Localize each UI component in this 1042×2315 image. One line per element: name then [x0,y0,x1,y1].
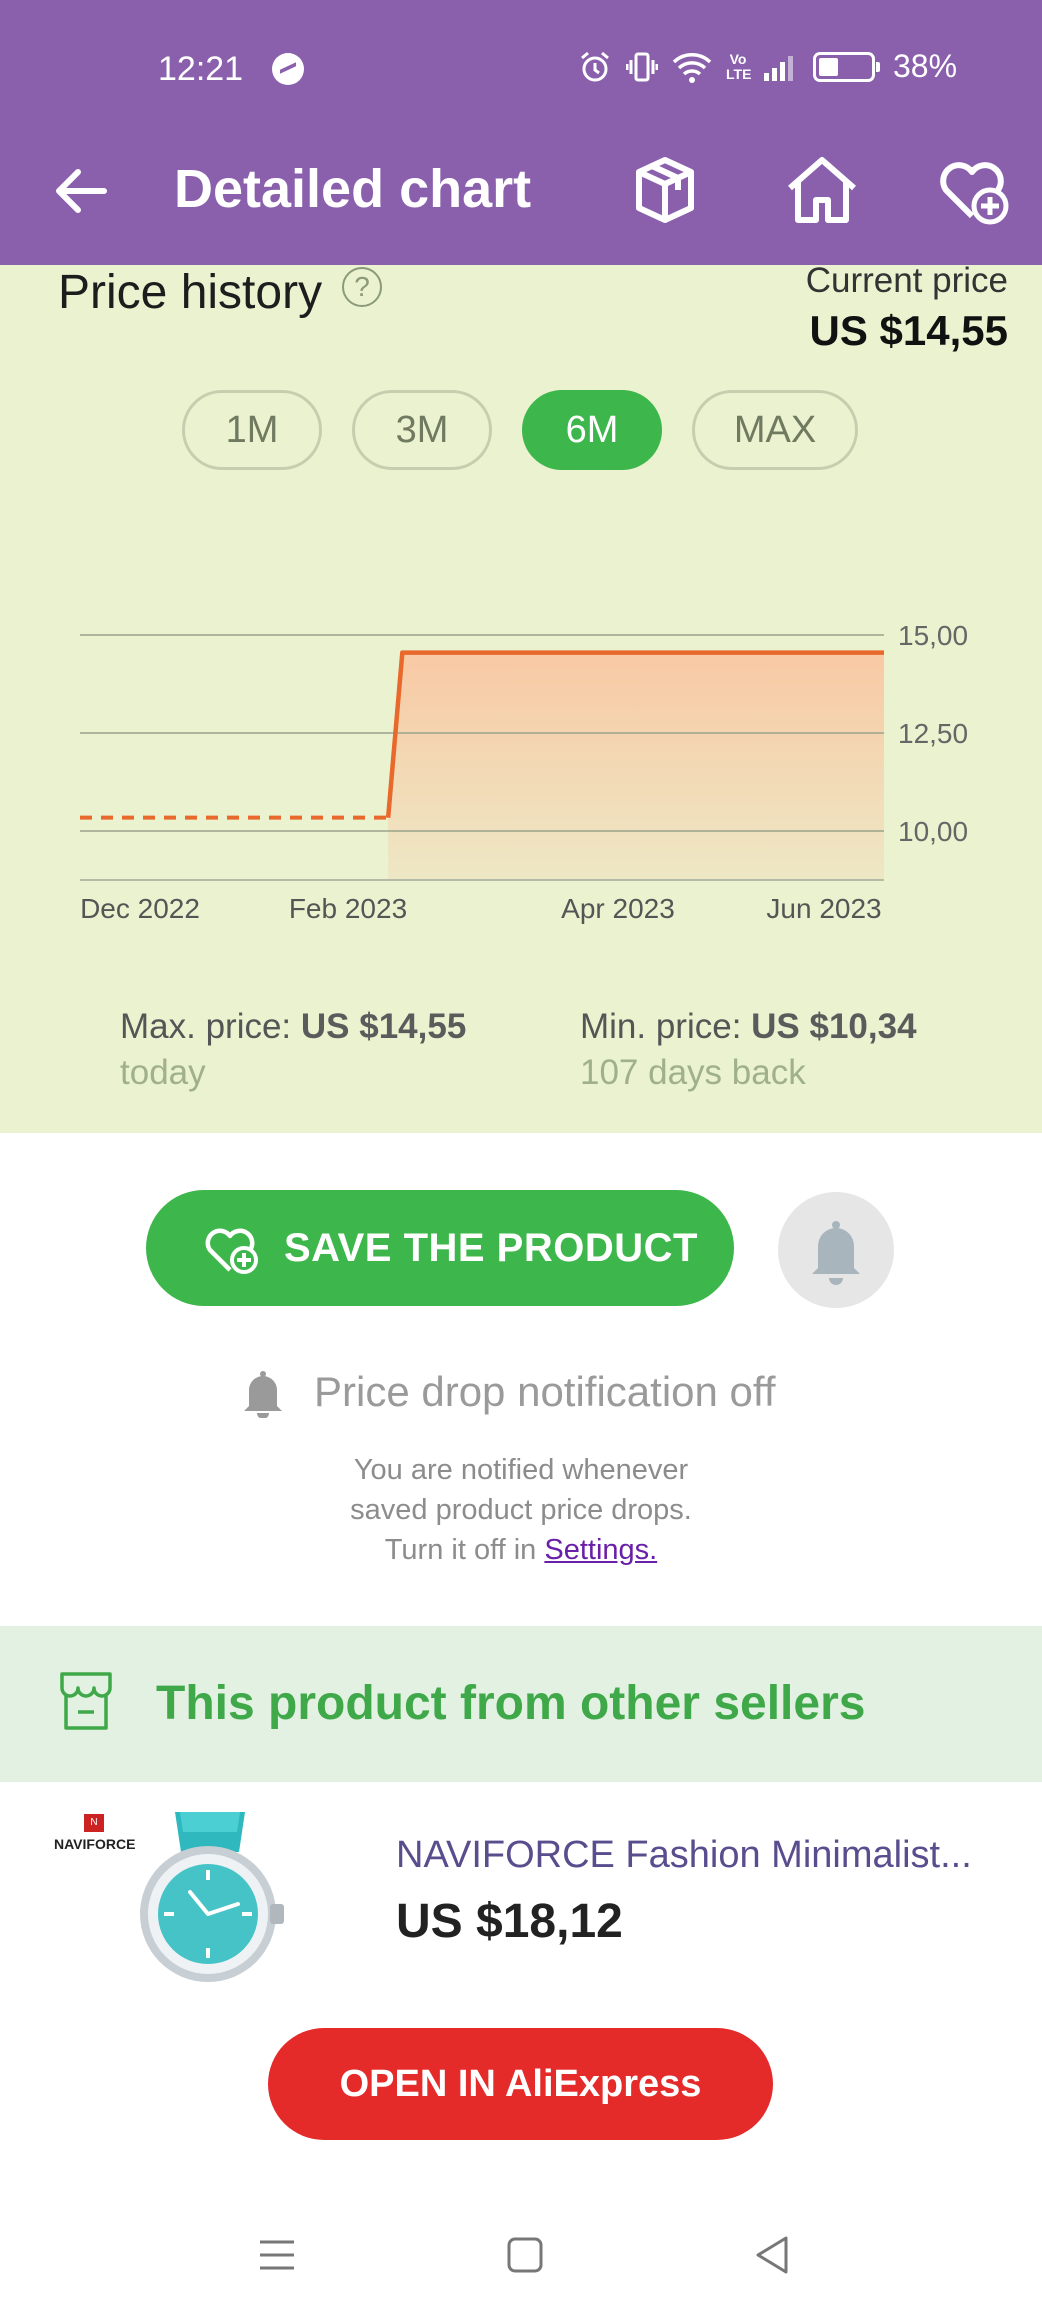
max-price-value: US $14,55 [300,1007,467,1046]
page-title: Detailed chart [174,159,532,219]
heart-plus-icon [205,1228,258,1274]
price-history-panel: Price history ? Current price US $14,55 … [0,261,1042,1133]
range-6m-button[interactable]: 6M [522,390,662,470]
price-chart: 15,00 12,50 10,00 Dec 2022 Feb 2023 Apr 2023 J… [80,620,968,924]
back-arrow-icon[interactable] [52,162,110,220]
x-tick-label: Apr 2023 [561,893,675,924]
chart-area-fill [388,652,884,880]
status-bar: 12:21 Vo LTE 38% [0,0,1042,140]
other-sellers-title: This product from other sellers [156,1677,866,1730]
notification-status-text: Price drop notification off [314,1368,776,1415]
heart-plus-icon[interactable] [932,150,1012,230]
settings-link[interactable]: Settings. [544,1534,657,1566]
battery-icon [813,51,880,82]
volte-icon: Vo LTE [726,50,752,82]
box-icon[interactable] [625,150,705,230]
min-price-when: 107 days back [580,1053,806,1092]
alarm-icon [581,51,609,81]
app-bar: Detailed chart [0,140,1042,265]
signal-icon [764,53,793,81]
notification-status: Price drop notification off [240,1366,776,1418]
home-icon[interactable] [782,150,862,230]
range-selector: 1M 3M 6M MAX [182,390,858,470]
notification-info: You are notified whenever saved product … [0,1450,1042,1570]
min-price-stat: Min. price: US $10,34 107 days back [580,1007,917,1093]
x-tick-label: Feb 2023 [289,893,407,924]
bell-icon [812,1221,860,1285]
y-tick-label: 10,00 [898,816,968,847]
current-price-label: Current price [805,261,1008,300]
min-price-value: US $10,34 [751,1007,917,1046]
menu-icon[interactable] [252,2230,302,2280]
range-1m-button[interactable]: 1M [182,390,322,470]
status-icons: Vo LTE 38% [578,48,957,85]
price-history-title: Price history [58,266,323,319]
max-price-when: today [120,1053,206,1092]
min-price-label: Min. price: [580,1007,752,1046]
max-price-stat: Max. price: US $14,55 today [120,1007,466,1093]
product-name[interactable]: NAVIFORCE Fashion Minimalist... [396,1834,972,1877]
info-line: You are notified whenever [353,1454,689,1486]
save-product-button[interactable]: SAVE THE PRODUCT [146,1190,734,1306]
bell-icon [244,1371,282,1418]
store-icon [60,1672,112,1730]
messenger-icon [272,53,304,85]
status-time: 12:21 [158,50,244,88]
seller-product-item[interactable]: N NAVIFORCE NAVIFORCE Fashion Minimalist… [0,1782,1042,1992]
product-image [140,1812,284,1982]
app-header: 12:21 Vo LTE 38% Detailed chart [0,0,1042,265]
y-tick-label: 15,00 [898,620,968,651]
battery-percent: 38% [893,48,958,84]
info-line: saved product price drops. [350,1494,692,1526]
brand-mark: N [84,1814,104,1832]
product-price: US $18,12 [396,1895,623,1948]
x-tick-label: Dec 2022 [80,893,200,924]
save-product-label: SAVE THE PRODUCT [284,1225,698,1270]
wifi-icon [672,52,712,83]
help-icon[interactable]: ? [342,267,382,307]
range-3m-button[interactable]: 3M [352,390,492,470]
range-max-button[interactable]: MAX [692,390,858,470]
x-tick-label: Jun 2023 [766,893,881,924]
vibrate-icon [626,52,658,81]
info-line-text: Turn it off in [384,1534,545,1566]
back-triangle-icon[interactable] [748,2230,798,2280]
max-price-label: Max. price: [120,1007,301,1046]
other-sellers-banner: This product from other sellers [0,1626,1042,1782]
current-price-value: US $14,55 [809,307,1008,354]
notification-toggle-button[interactable] [778,1192,894,1308]
system-nav-bar [0,2200,1042,2315]
open-in-aliexpress-button[interactable]: OPEN IN AliExpress [268,2028,773,2140]
info-line: Turn it off in Settings. [0,1530,1042,1570]
home-square-icon[interactable] [500,2230,550,2280]
y-tick-label: 12,50 [898,718,968,749]
